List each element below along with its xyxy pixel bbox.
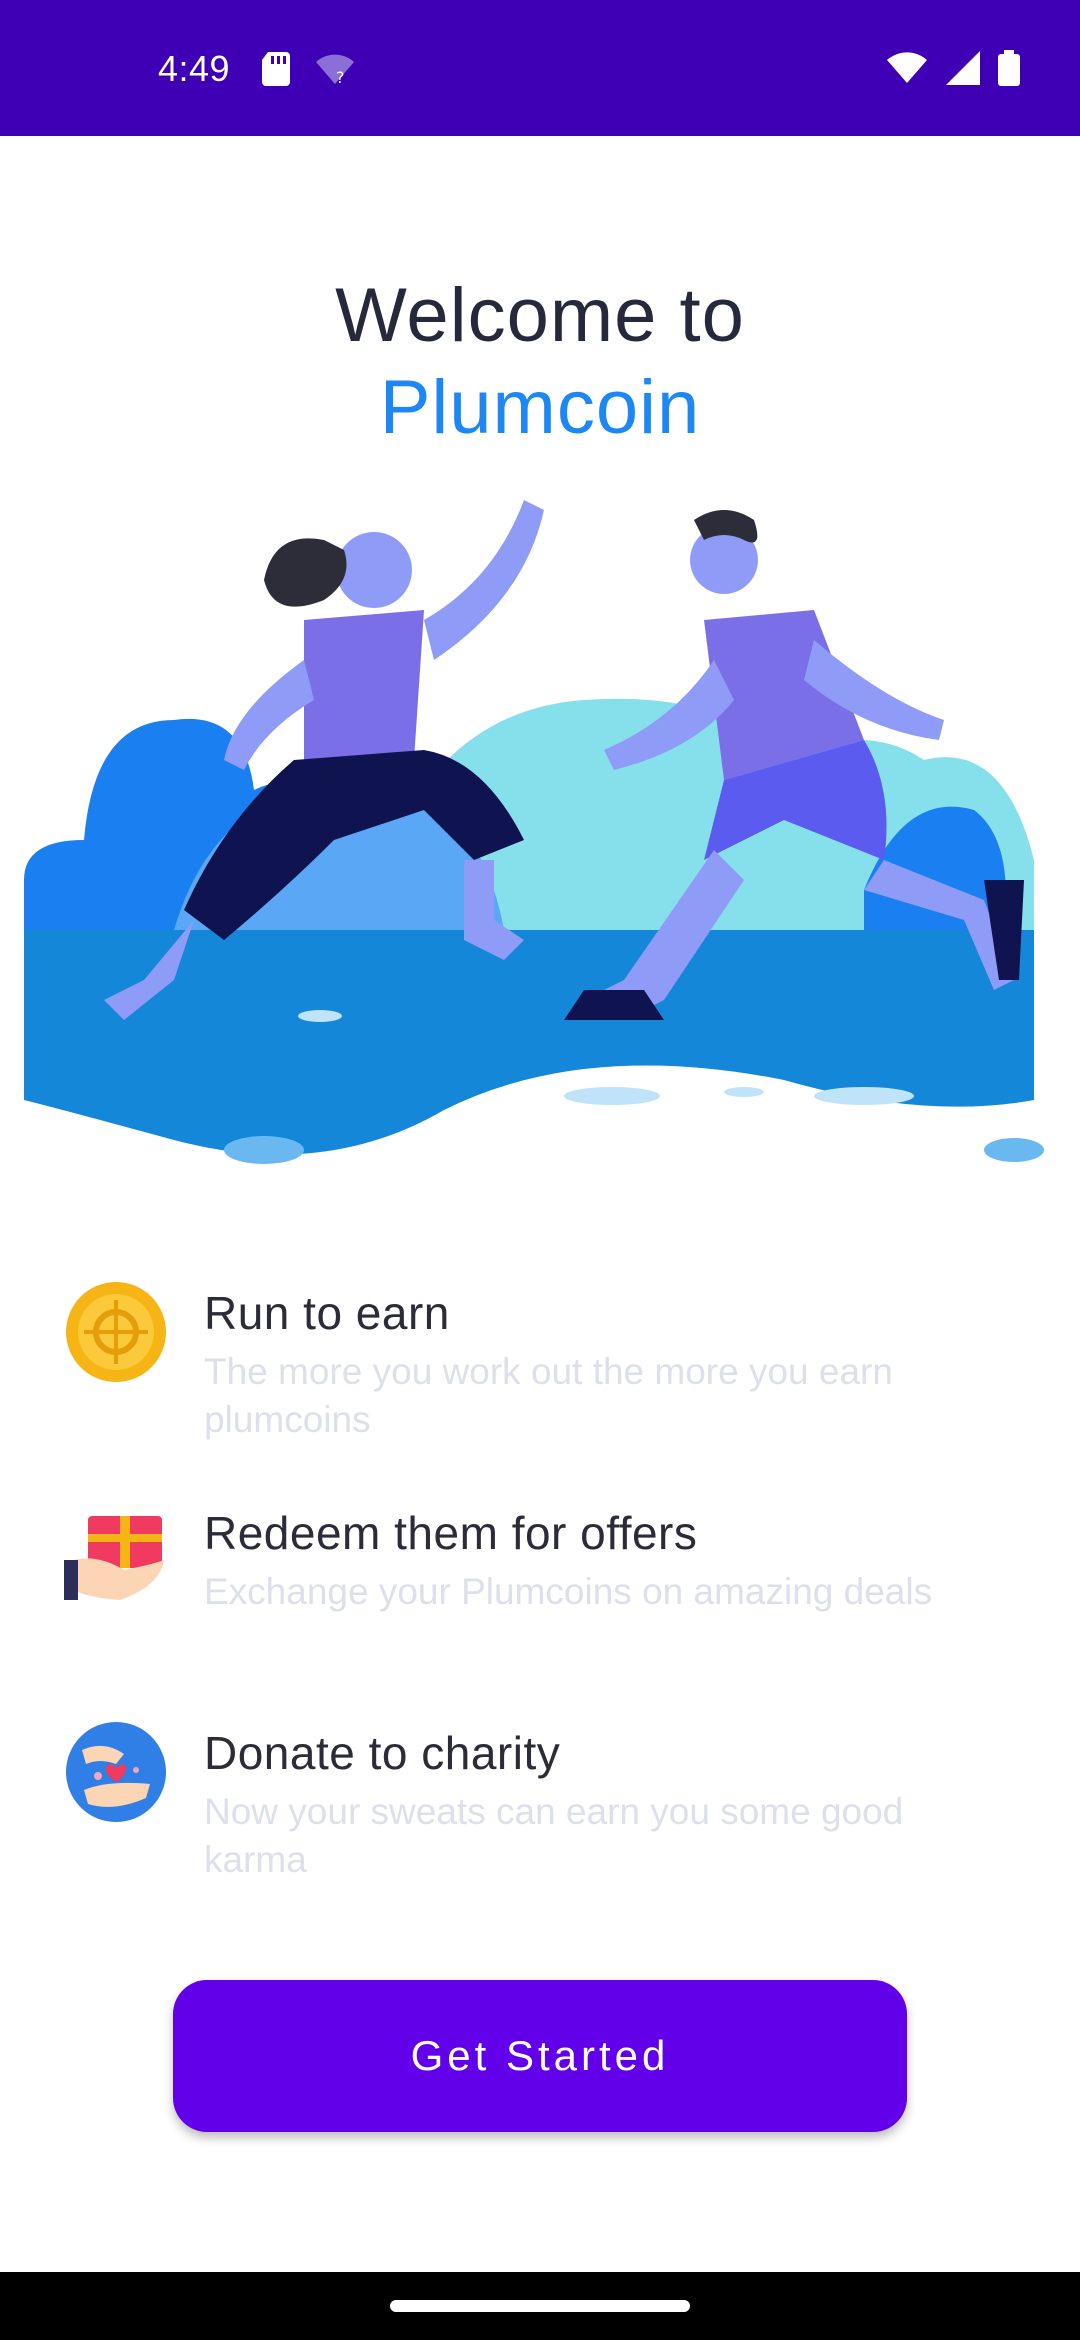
wifi-icon: [886, 51, 928, 90]
gift-icon: [64, 1500, 168, 1604]
welcome-title: Welcome to: [335, 273, 745, 358]
svg-text:?: ?: [336, 68, 345, 86]
feature-description: Now your sweats can earn you some good k…: [204, 1791, 904, 1880]
sd-card-icon: [262, 52, 292, 91]
feature-title: Donate to charity: [204, 1727, 561, 1779]
status-time: 4:49: [158, 48, 231, 89]
feature-description: Exchange your Plumcoins on amazing deals: [204, 1571, 933, 1612]
feature-redeem-offers: Redeem them for offers Exchange your Plu…: [64, 1500, 1024, 1660]
navigation-bar: [0, 2272, 1080, 2340]
wifi-question-icon: ?: [314, 52, 356, 91]
signal-icon: [946, 51, 980, 90]
charity-icon: [64, 1720, 168, 1824]
feature-run-to-earn: Run to earn The more you work out the mo…: [64, 1280, 1024, 1440]
welcome-header: Welcome to Plumcoin: [0, 270, 1080, 454]
battery-icon: [998, 50, 1020, 91]
status-bar: 4:49 ?: [0, 0, 1080, 136]
get-started-button[interactable]: Get Started: [173, 1980, 907, 2132]
feature-donate-charity: Donate to charity Now your sweats can ea…: [64, 1720, 1024, 1880]
hero-illustration: [24, 460, 1056, 1180]
feature-description: The more you work out the more you earn …: [204, 1351, 893, 1440]
feature-title: Redeem them for offers: [204, 1507, 698, 1559]
coin-icon: [64, 1280, 168, 1384]
feature-title: Run to earn: [204, 1287, 450, 1339]
brand-name: Plumcoin: [379, 365, 701, 450]
home-gesture-handle[interactable]: [390, 2300, 690, 2312]
